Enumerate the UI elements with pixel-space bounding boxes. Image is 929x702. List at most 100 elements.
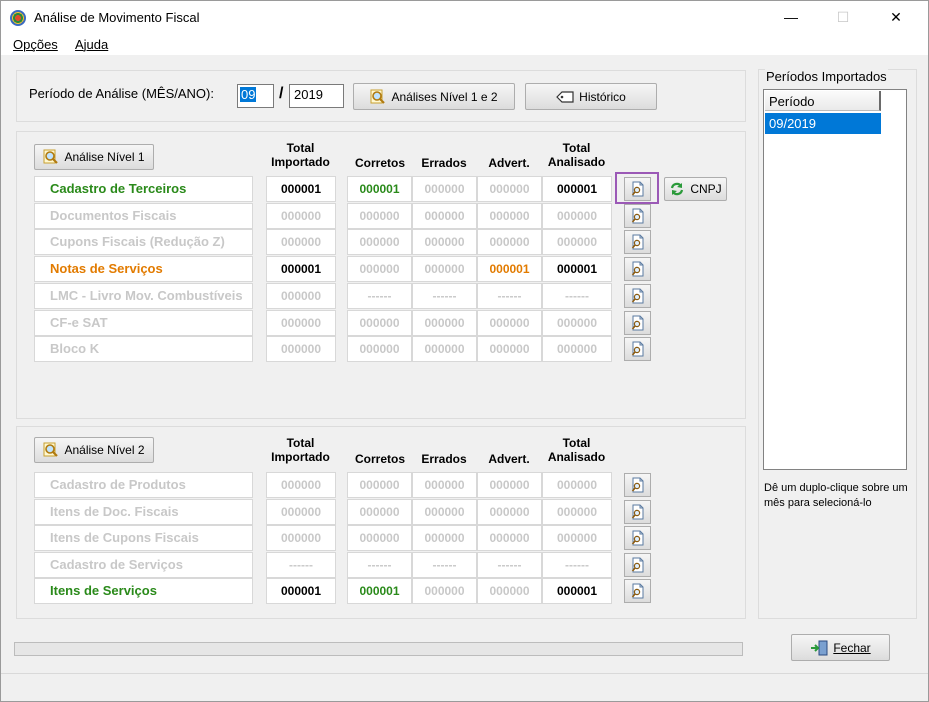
cell-total: 000000 <box>266 525 336 551</box>
cnpj-button-label: CNPJ <box>690 182 722 196</box>
cell-advert: 000000 <box>477 176 542 202</box>
cell-errados: ------ <box>412 282 477 309</box>
close-button[interactable]: ✕ <box>873 1 919 33</box>
cell-total: 000001 <box>266 578 336 604</box>
maximize-button[interactable]: ☐ <box>820 1 866 33</box>
cell-errados: 000000 <box>412 525 477 551</box>
cell-analisado: 000000 <box>542 229 612 256</box>
cell-advert: 000000 <box>477 525 542 551</box>
cell-corretos: 000000 <box>347 472 412 498</box>
cell-errados: 000000 <box>412 229 477 256</box>
row-label: Cadastro de Serviços <box>34 551 253 578</box>
document-search-icon <box>631 315 643 330</box>
row-details-button[interactable] <box>624 257 651 282</box>
cell-total: ------ <box>266 551 336 578</box>
analise-nivel1-button[interactable]: Análise Nível 1 <box>34 144 154 170</box>
row-label: Documentos Fiscais <box>34 202 253 229</box>
cell-errados: 000000 <box>412 309 477 336</box>
period-separator: / <box>279 85 284 102</box>
header-total-analisado-2: Total Analisado <box>547 436 606 464</box>
cell-advert: 000001 <box>477 256 542 283</box>
periods-hint: Dê um duplo-clique sobre um mês para sel… <box>764 482 908 509</box>
cell-analisado: 000000 <box>542 309 612 336</box>
row-label: LMC - Livro Mov. Combustíveis <box>34 282 253 309</box>
row-details-button[interactable] <box>624 283 651 308</box>
magnifier-icon <box>43 149 59 164</box>
row-label: Cadastro de Produtos <box>34 472 253 498</box>
row-details-button[interactable] <box>624 337 651 362</box>
document-search-icon <box>631 234 643 250</box>
cell-corretos: 000000 <box>347 229 412 256</box>
cell-corretos: ------ <box>347 282 412 309</box>
document-search-icon <box>631 288 643 304</box>
row-details-button[interactable] <box>624 203 651 228</box>
document-search-icon <box>631 504 643 519</box>
menu-ajuda[interactable]: Ajuda <box>75 37 108 52</box>
exit-door-icon <box>811 640 828 655</box>
periods-list[interactable]: Período 09/2019 <box>763 89 907 470</box>
status-bar <box>1 673 928 701</box>
menu-opcoes[interactable]: Opções <box>13 37 58 52</box>
cell-analisado: 000000 <box>542 202 612 229</box>
document-search-icon <box>631 557 643 572</box>
row-label: Cupons Fiscais (Redução Z) <box>34 229 253 256</box>
document-search-icon <box>631 341 643 357</box>
cell-errados: ------ <box>412 551 477 578</box>
cell-corretos: 000000 <box>347 498 412 525</box>
document-search-icon <box>631 208 643 224</box>
header-advert-2: Advert. <box>488 452 530 466</box>
cell-corretos: 000000 <box>347 256 412 283</box>
cell-analisado: 000000 <box>542 472 612 498</box>
period-list-item[interactable]: 09/2019 <box>765 113 881 134</box>
document-search-icon <box>631 583 643 599</box>
cell-analisado: 000001 <box>542 176 612 202</box>
row-details-button[interactable] <box>624 230 651 255</box>
row-label: CF-e SAT <box>34 309 253 336</box>
cell-corretos: 000000 <box>347 525 412 551</box>
row-label: Cadastro de Terceiros <box>34 176 253 202</box>
cell-advert: ------ <box>477 282 542 309</box>
cell-errados: 000000 <box>412 578 477 604</box>
cell-corretos: ------ <box>347 551 412 578</box>
minimize-button[interactable]: — <box>768 1 814 33</box>
header-total-importado-2: Total Importado <box>271 436 330 464</box>
cell-total: 000000 <box>266 202 336 229</box>
month-input[interactable]: 09 <box>237 84 274 108</box>
header-corretos: Corretos <box>354 156 405 170</box>
row-details-button[interactable] <box>624 552 651 577</box>
row-details-button[interactable] <box>624 473 651 497</box>
cell-analisado: ------ <box>542 282 612 309</box>
row-label: Bloco K <box>34 336 253 363</box>
period-column-header[interactable]: Período <box>765 91 881 111</box>
row-details-button[interactable] <box>624 579 651 603</box>
row-details-button[interactable] <box>624 499 651 524</box>
cell-total: 000000 <box>266 282 336 309</box>
refresh-icon <box>671 182 684 196</box>
historico-button[interactable]: Histórico <box>525 83 657 110</box>
cell-advert: 000000 <box>477 229 542 256</box>
cell-total: 000001 <box>266 256 336 283</box>
fechar-button[interactable]: Fechar <box>791 634 890 661</box>
cell-total: 000001 <box>266 176 336 202</box>
cnpj-button[interactable]: CNPJ <box>664 177 727 201</box>
cell-advert: 000000 <box>477 498 542 525</box>
row-details-button[interactable] <box>624 526 651 550</box>
magnifier-icon <box>43 442 59 457</box>
cell-advert: 000000 <box>477 202 542 229</box>
row-details-button[interactable] <box>624 310 651 335</box>
year-input[interactable]: 2019 <box>289 84 344 108</box>
analises-button[interactable]: Análises Nível 1 e 2 <box>353 83 515 110</box>
document-search-icon <box>631 530 643 546</box>
cell-analisado: 000001 <box>542 256 612 283</box>
analise-nivel2-button[interactable]: Análise Nível 2 <box>34 437 154 463</box>
document-search-icon <box>631 477 643 493</box>
cell-total: 000000 <box>266 498 336 525</box>
cell-advert: 000000 <box>477 578 542 604</box>
header-corretos-2: Corretos <box>354 452 405 466</box>
cell-errados: 000000 <box>412 472 477 498</box>
cell-advert: ------ <box>477 551 542 578</box>
header-total-importado: Total Importado <box>271 141 330 169</box>
month-value: 09 <box>240 87 257 102</box>
cell-analisado: ------ <box>542 551 612 578</box>
window-title: Análise de Movimento Fiscal <box>34 10 200 25</box>
